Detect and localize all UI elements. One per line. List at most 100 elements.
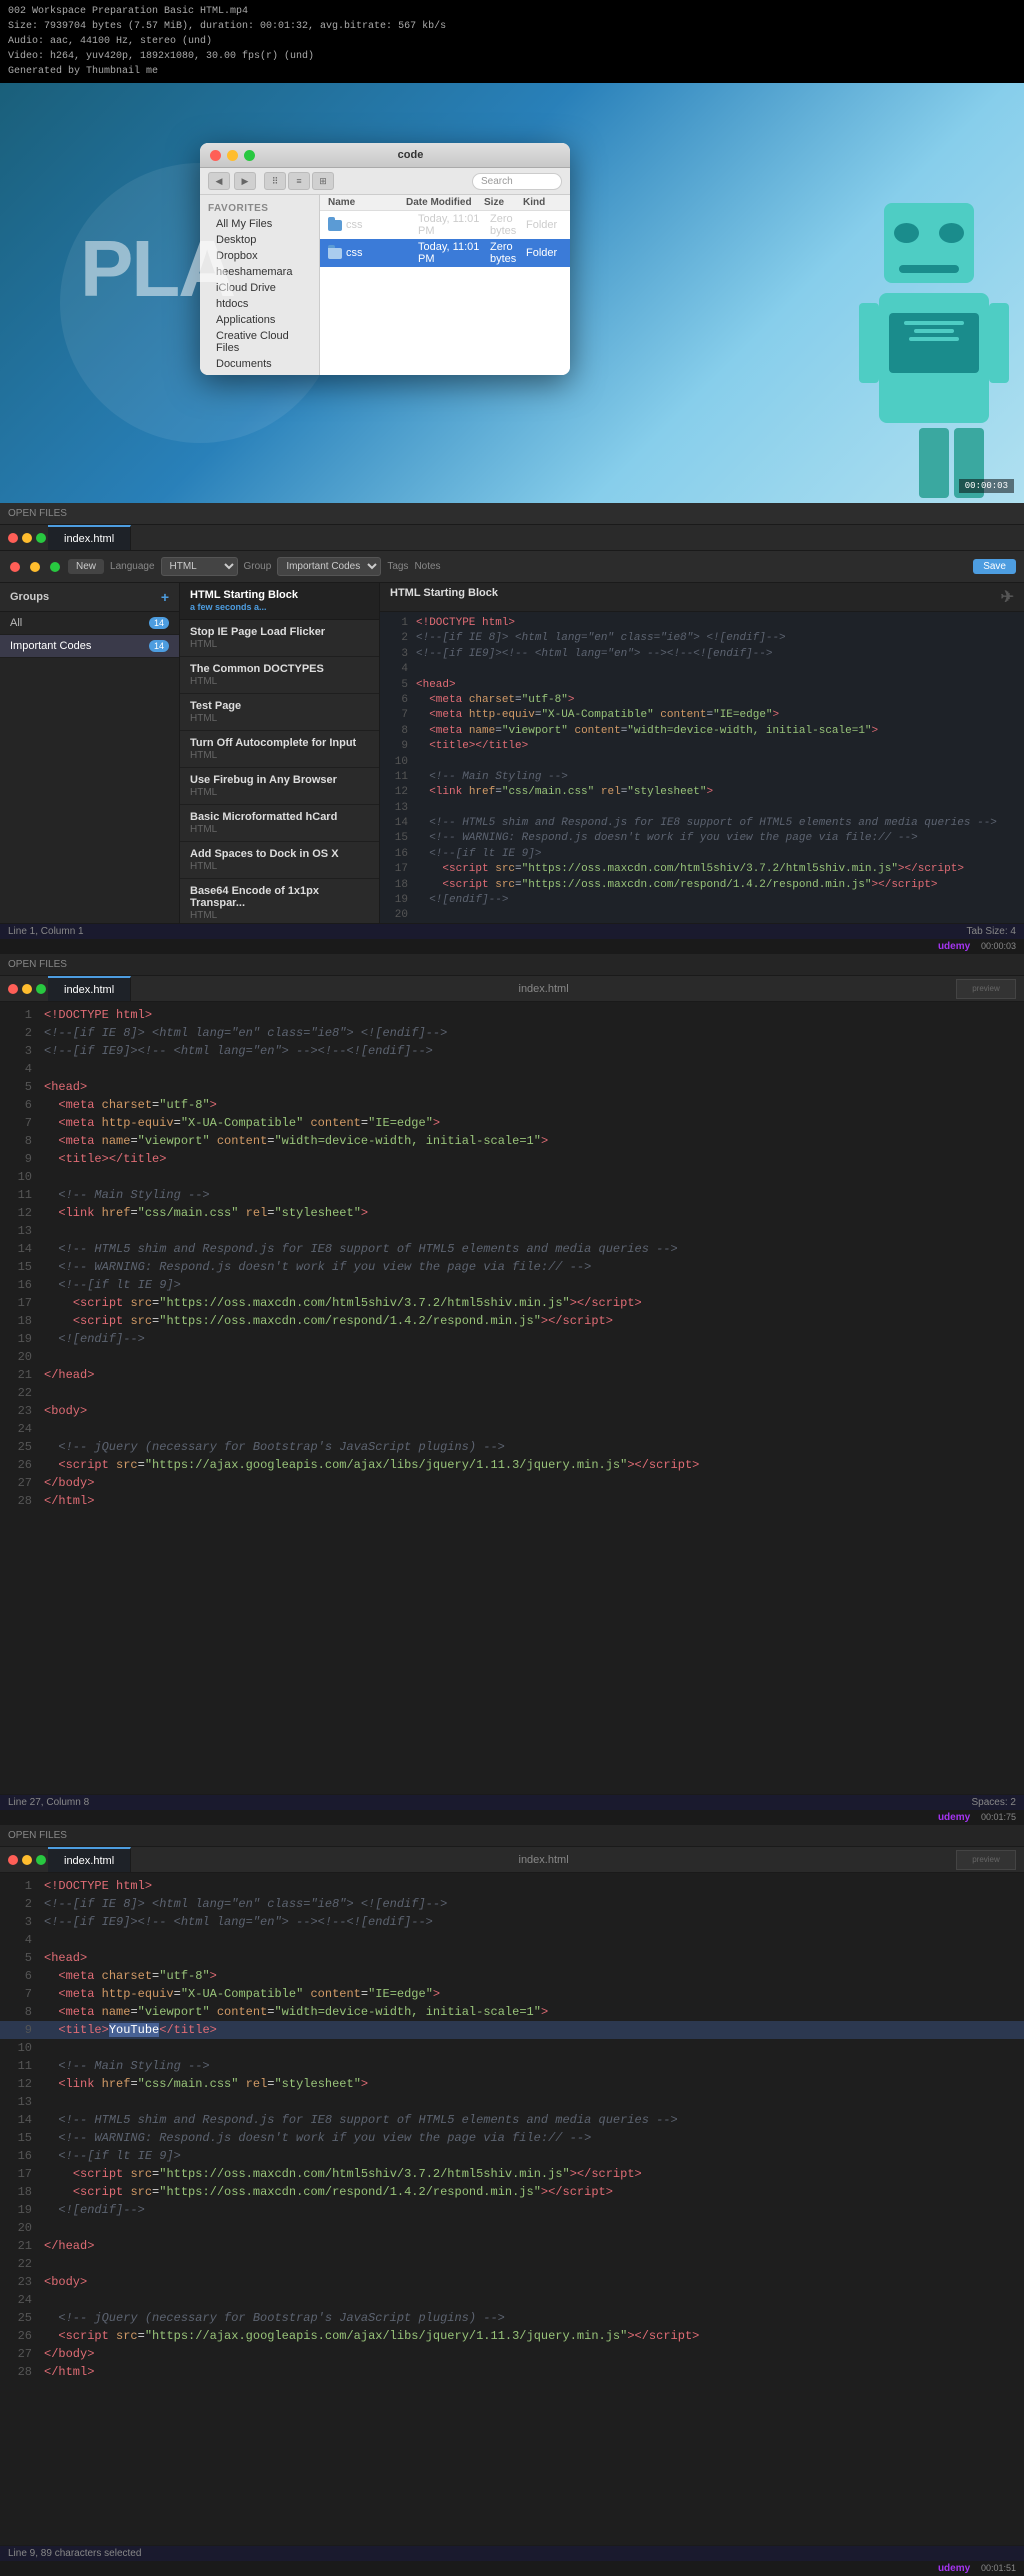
status-spaces-2: Spaces: 2 — [972, 1797, 1016, 1808]
tab-index-html-1[interactable]: index.html — [48, 525, 131, 550]
maximize-icon-3[interactable] — [36, 1855, 46, 1865]
language-select[interactable]: HTML CSS JavaScript — [161, 557, 238, 576]
open-files-bar-2: OPEN FILES — [0, 954, 1024, 976]
snippet-title-3: Turn Off Autocomplete for Input — [190, 737, 369, 749]
robot-screen-line3 — [909, 337, 959, 341]
snippet-item-2[interactable]: Test Page HTML — [180, 694, 379, 731]
robot-arm-right — [989, 303, 1009, 383]
view-icon-btn[interactable]: ⠿ — [264, 172, 286, 190]
group-label: Group — [244, 561, 272, 572]
video-info-bar: 002 Workspace Preparation Basic HTML.mp4… — [0, 0, 1024, 83]
snippet-title-1: The Common DOCTYPES — [190, 663, 369, 675]
file-kind-css: Folder — [526, 219, 562, 231]
plain3-line-2: 2 <!--[if IE 8]> <html lang="en" class="… — [0, 1895, 1024, 1913]
maximize-icon-2[interactable] — [36, 984, 46, 994]
plain-line-3: 3 <!--[if IE9]><!-- <html lang="en"> -->… — [0, 1042, 1024, 1060]
save-button[interactable]: Save — [973, 559, 1016, 574]
plain3-line-16: 16 <!--[if lt IE 9]> — [0, 2147, 1024, 2165]
close-button-icon[interactable] — [210, 150, 221, 161]
plain-line-19: 19 <![endif]--> — [0, 1330, 1024, 1348]
sidebar-item-documents[interactable]: Documents — [200, 356, 319, 372]
dot-yellow — [30, 562, 40, 572]
send-icon[interactable]: ✈ — [1001, 587, 1014, 607]
maximize-button-icon[interactable] — [244, 150, 255, 161]
sidebar-item-downloads[interactable]: Downloads — [200, 372, 319, 375]
file-path-indicator-3: index.html — [131, 1854, 956, 1866]
udemy-watermark-1: udemy 00:00:03 — [0, 939, 1024, 954]
tab-index-html-2[interactable]: index.html — [48, 976, 131, 1001]
forward-button[interactable]: ▶ — [234, 172, 256, 190]
snippet-item-4[interactable]: Use Firebug in Any Browser HTML — [180, 768, 379, 805]
finder-main-panel: Name Date Modified Size Kind css Today, … — [320, 195, 570, 375]
close-icon-2[interactable] — [8, 984, 18, 994]
robot-character — [814, 183, 1014, 503]
plain3-line-22: 22 — [0, 2255, 1024, 2273]
udemy-logo-1: udemy — [938, 941, 970, 952]
add-group-icon[interactable]: + — [161, 589, 169, 605]
col-date-header: Date Modified — [406, 197, 484, 208]
plain-line-12: 12 <link href="css/main.css" rel="styles… — [0, 1204, 1024, 1222]
plain-line-25: 25 <!-- jQuery (necessary for Bootstrap'… — [0, 1438, 1024, 1456]
snippet-item-5[interactable]: Basic Microformatted hCard HTML — [180, 805, 379, 842]
back-button[interactable]: ◀ — [208, 172, 230, 190]
minimize-icon-3[interactable] — [22, 1855, 32, 1865]
file-name-css2: css — [342, 247, 418, 259]
snippet-type-4: HTML — [190, 787, 369, 798]
minimize-button-icon[interactable] — [227, 150, 238, 161]
status-tab-1: Tab Size: 4 — [967, 926, 1016, 937]
preview-box-2: preview — [956, 979, 1016, 999]
close-icon-1[interactable] — [8, 533, 18, 543]
plain-line-27: 27 </body> — [0, 1474, 1024, 1492]
plain-line-13: 13 — [0, 1222, 1024, 1240]
snippet-type-6: HTML — [190, 861, 369, 872]
folder-icon-selected — [328, 248, 342, 259]
view-list-btn[interactable]: ≡ — [288, 172, 310, 190]
snippet-item-6[interactable]: Add Spaces to Dock in OS X HTML — [180, 842, 379, 879]
view-col-btn[interactable]: ⊞ — [312, 172, 334, 190]
plain3-line-25: 25 <!-- jQuery (necessary for Bootstrap'… — [0, 2309, 1024, 2327]
file-name-css: css — [342, 219, 418, 231]
sidebar-item-all[interactable]: All 14 — [0, 612, 179, 635]
open-files-label-2: OPEN FILES — [8, 959, 67, 970]
minimize-icon-1[interactable] — [22, 533, 32, 543]
code-line-17: 17 <script src="https://oss.maxcdn.com/h… — [380, 862, 1024, 877]
empty-space-3 — [0, 2381, 1024, 2541]
sidebar-item-cc-files[interactable]: Creative Cloud Files — [200, 328, 319, 356]
folder-icon — [328, 220, 342, 231]
notes-label: Notes — [414, 561, 440, 572]
dash-body: Groups + All 14 Important Codes 14 HTML … — [0, 583, 1024, 923]
group-select[interactable]: Important Codes — [277, 557, 381, 576]
code-line-13: 13 — [380, 801, 1024, 816]
tab-index-html-3[interactable]: index.html — [48, 1847, 131, 1872]
snippet-item-3[interactable]: Turn Off Autocomplete for Input HTML — [180, 731, 379, 768]
snippet-item-0[interactable]: Stop IE Page Load Flicker HTML — [180, 620, 379, 657]
close-icon-3[interactable] — [8, 1855, 18, 1865]
preview-box-3: preview — [956, 1850, 1016, 1870]
finder-row-css-selected[interactable]: css Today, 11:01 PM Zero bytes Folder — [320, 239, 570, 267]
udemy-watermark-3: udemy 00:01:51 — [0, 2561, 1024, 2576]
thumbnail-preview-3: preview — [956, 1850, 1016, 1870]
file-kind-css2: Folder — [526, 247, 562, 259]
snippet-type-2: HTML — [190, 713, 369, 724]
plain-editor-body-2: 1 <!DOCTYPE html> 2 <!--[if IE 8]> <html… — [0, 1002, 1024, 1794]
robot-eye-right — [939, 223, 964, 243]
file-date-css2: Today, 11:01 PM — [418, 241, 490, 265]
finder-search[interactable]: Search — [472, 173, 562, 190]
file-size-css2: Zero bytes — [490, 241, 526, 265]
code-line-7: 7 <meta http-equiv="X-UA-Compatible" con… — [380, 708, 1024, 723]
sidebar-item-important[interactable]: Important Codes 14 — [0, 635, 179, 658]
maximize-icon-1[interactable] — [36, 533, 46, 543]
new-snippet-button[interactable]: New — [68, 559, 104, 574]
code-line-14: 14 <!-- HTML5 shim and Respond.js for IE… — [380, 816, 1024, 831]
minimize-icon-2[interactable] — [22, 984, 32, 994]
code-line-6: 6 <meta charset="utf-8"> — [380, 693, 1024, 708]
finder-body: Favorites All My Files Desktop Dropbox h… — [200, 195, 570, 375]
plain-line-1: 1 <!DOCTYPE html> — [0, 1006, 1024, 1024]
snippet-item-7[interactable]: Base64 Encode of 1x1px Transpar... HTML — [180, 879, 379, 923]
plain-editor-section: OPEN FILES index.html index.html preview… — [0, 954, 1024, 1825]
finder-row-css[interactable]: css Today, 11:01 PM Zero bytes Folder — [320, 211, 570, 239]
snippet-item-1[interactable]: The Common DOCTYPES HTML — [180, 657, 379, 694]
plain3-line-13: 13 — [0, 2093, 1024, 2111]
open-files-label-1: OPEN FILES — [8, 508, 67, 519]
snippet-type-5: HTML — [190, 824, 369, 835]
